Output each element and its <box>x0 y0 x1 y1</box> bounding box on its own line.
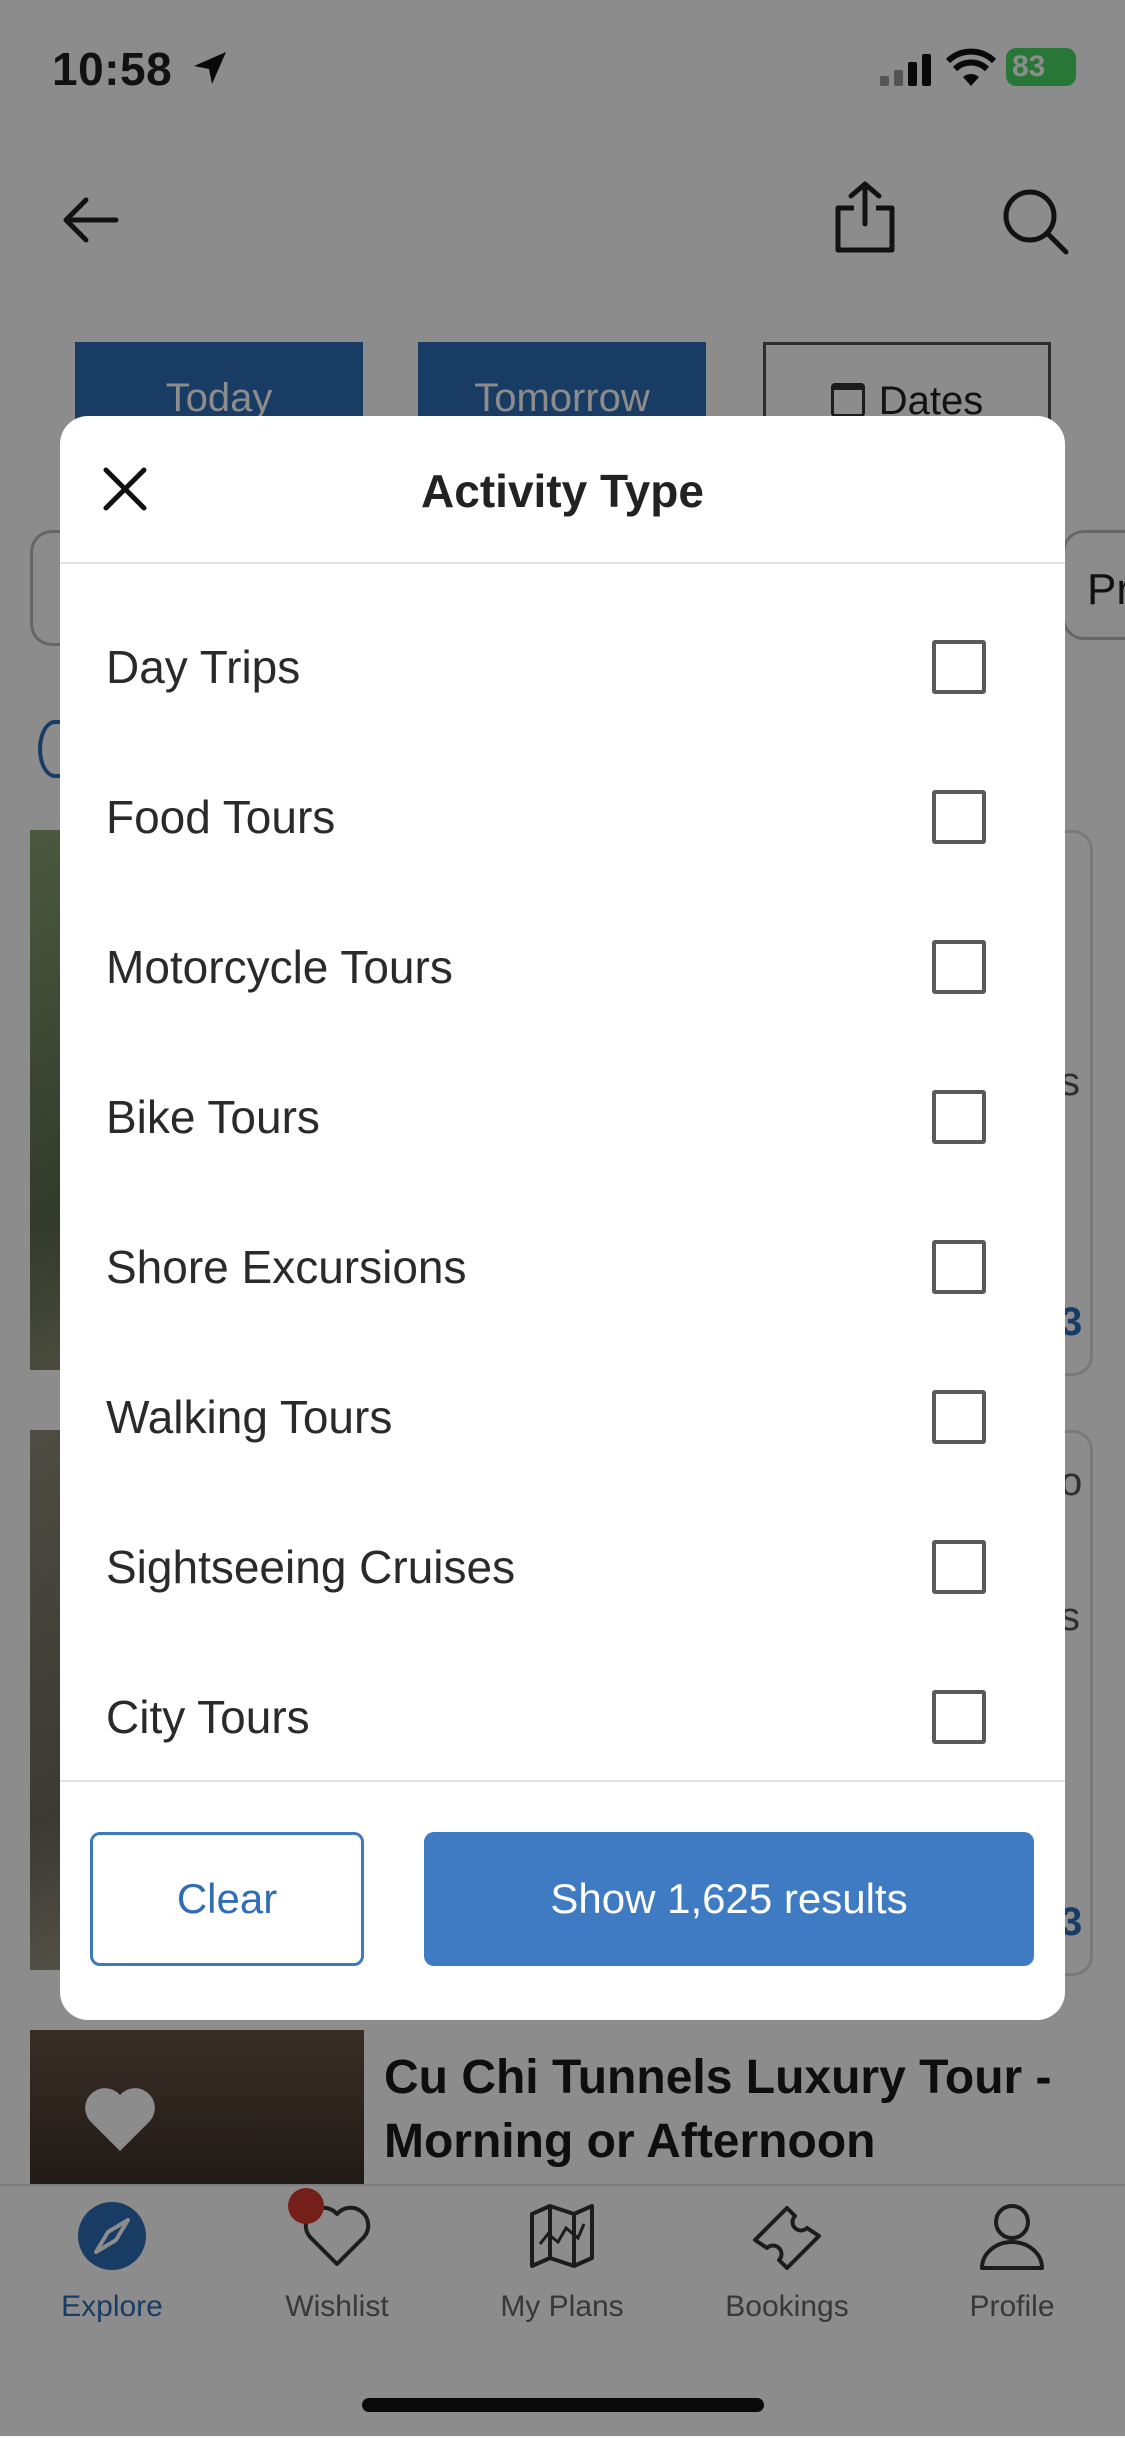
option-label: Day Trips <box>106 641 301 693</box>
option-shore-excursions[interactable]: Shore Excursions <box>60 1192 1065 1342</box>
option-label: Motorcycle Tours <box>106 941 453 993</box>
checkbox[interactable] <box>932 1690 986 1744</box>
option-motorcycle-tours[interactable]: Motorcycle Tours <box>60 892 1065 1042</box>
modal-title: Activity Type <box>421 465 704 517</box>
checkbox[interactable] <box>932 1240 986 1294</box>
checkbox[interactable] <box>932 640 986 694</box>
option-day-trips[interactable]: Day Trips <box>60 592 1065 742</box>
option-city-tours[interactable]: City Tours <box>60 1642 1065 1792</box>
checkbox[interactable] <box>932 790 986 844</box>
option-label: Food Tours <box>106 791 336 843</box>
option-food-tours[interactable]: Food Tours <box>60 742 1065 892</box>
checkbox[interactable] <box>932 1540 986 1594</box>
option-label: Shore Excursions <box>106 1241 467 1293</box>
option-walking-tours[interactable]: Walking Tours <box>60 1342 1065 1492</box>
option-label: Bike Tours <box>106 1091 320 1143</box>
option-label: Walking Tours <box>106 1391 393 1443</box>
activity-type-modal: Activity Type Day Trips Food Tours Motor… <box>60 416 1065 2020</box>
checkbox[interactable] <box>932 1090 986 1144</box>
checkbox[interactable] <box>932 1390 986 1444</box>
clear-button[interactable]: Clear <box>90 1832 364 1966</box>
modal-header: Activity Type <box>60 416 1065 564</box>
option-label: Sightseeing Cruises <box>106 1541 516 1593</box>
checkbox[interactable] <box>932 940 986 994</box>
option-label: City Tours <box>106 1691 310 1743</box>
modal-footer: Clear Show 1,625 results <box>60 1780 1065 2020</box>
option-bike-tours[interactable]: Bike Tours <box>60 1042 1065 1192</box>
show-results-button[interactable]: Show 1,625 results <box>424 1832 1034 1966</box>
option-sightseeing-cruises[interactable]: Sightseeing Cruises <box>60 1492 1065 1642</box>
